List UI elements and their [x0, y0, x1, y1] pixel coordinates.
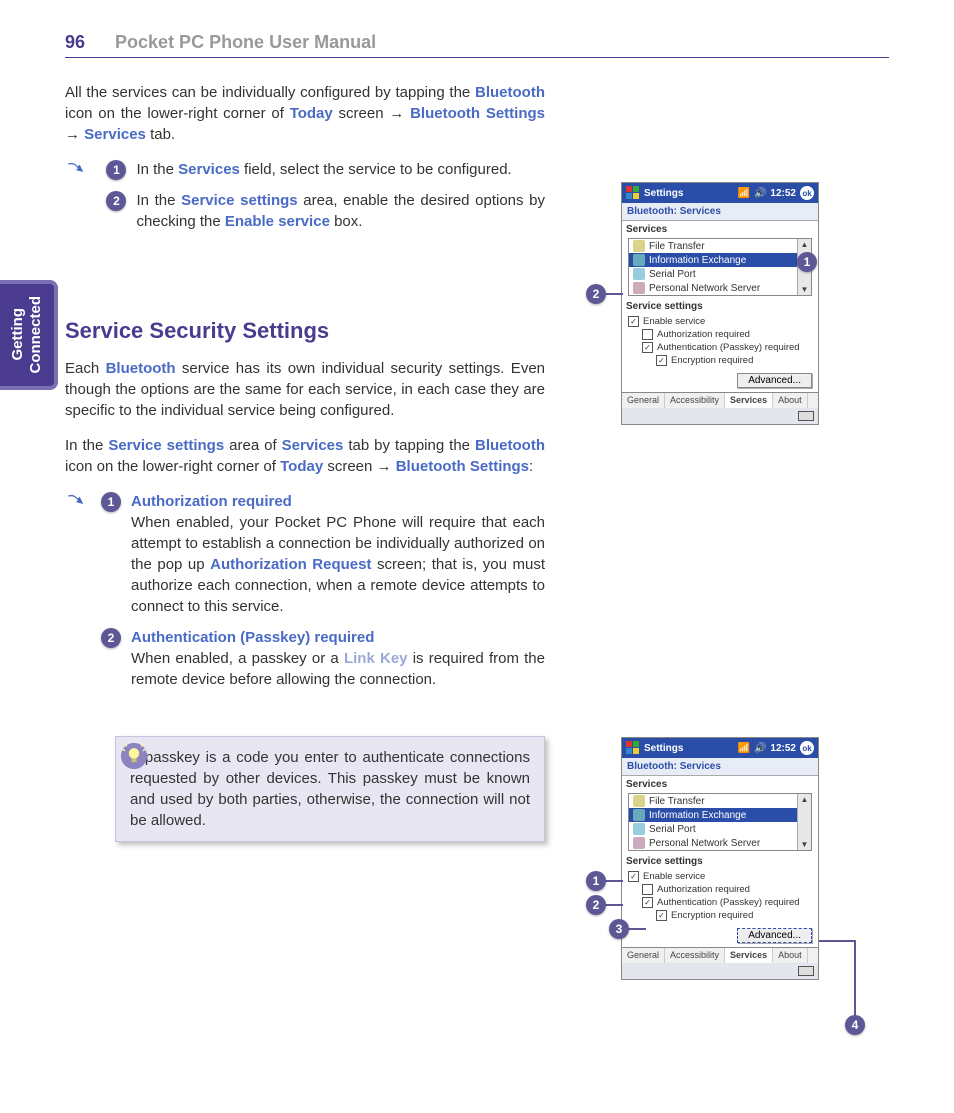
tab-about[interactable]: About	[773, 948, 808, 963]
list-item[interactable]: Information Exchange	[629, 253, 811, 267]
tab-services[interactable]: Services	[725, 948, 773, 963]
scrollbar[interactable]: ▲▼	[797, 794, 811, 850]
checkbox-passkey-required[interactable]: ✓Authentication (Passkey) required	[628, 341, 812, 354]
badge-1: 1	[101, 492, 121, 512]
services-listbox[interactable]: File Transfer Information Exchange Seria…	[628, 238, 812, 296]
list-item[interactable]: Serial Port	[629, 267, 811, 281]
tab-accessibility[interactable]: Accessibility	[665, 393, 725, 408]
shot-services-label: Services	[622, 221, 818, 236]
shot-tabs: General Accessibility Services About	[622, 392, 818, 408]
shot-titlebar: Settings 📶 🔊 12:52 ok	[622, 738, 818, 758]
screenshot-2: Settings 📶 🔊 12:52 ok Bluetooth: Service…	[621, 737, 819, 980]
shot-settings-label: Service settings	[622, 298, 818, 313]
badge-1: 1	[106, 160, 126, 180]
signal-icon: 📶	[738, 743, 750, 754]
tab-general[interactable]: General	[622, 393, 665, 408]
sec2-p1: Each Bluetooth service has its own indiv…	[65, 358, 545, 421]
running-header: 96 Pocket PC Phone User Manual	[65, 32, 889, 58]
page: GettingConnected 96 Pocket PC Phone User…	[0, 0, 954, 882]
list-item[interactable]: Serial Port	[629, 822, 811, 836]
callout-badge: 1	[586, 871, 606, 891]
signal-icon: 📶	[738, 188, 750, 199]
shot-clock: 12:52	[770, 743, 796, 754]
shot-footer	[622, 408, 818, 424]
checkbox-passkey-required[interactable]: ✓Authentication (Passkey) required	[628, 896, 812, 909]
checkbox-enable-service[interactable]: ✓Enable service	[628, 315, 812, 328]
section-heading: Service Security Settings	[65, 318, 545, 344]
arrow-icon	[65, 161, 87, 183]
windows-icon	[626, 186, 640, 200]
checkbox-enable-service[interactable]: ✓Enable service	[628, 870, 812, 883]
shot-footer	[622, 963, 818, 979]
checkbox-encryption-required[interactable]: ✓Encryption required	[628, 909, 812, 922]
advanced-button[interactable]: Advanced...	[737, 373, 812, 388]
shot-settings-label: Service settings	[622, 853, 818, 868]
shot-title: Settings	[644, 188, 683, 199]
side-tab-line2: Connected	[27, 296, 44, 374]
checkbox-encryption-required[interactable]: ✓Encryption required	[628, 354, 812, 367]
sec2-p2: In the Service settings area of Services…	[65, 435, 545, 477]
keyboard-icon[interactable]	[798, 966, 814, 976]
arrow-icon	[65, 493, 87, 515]
tab-general[interactable]: General	[622, 948, 665, 963]
shot-services-label: Services	[622, 776, 818, 791]
side-tab: GettingConnected	[0, 280, 58, 390]
checkbox-auth-required[interactable]: Authorization required	[628, 328, 812, 341]
shot-titlebar: Settings 📶 🔊 12:52 ok	[622, 183, 818, 203]
step2-2-head: Authentication (Passkey) required	[131, 627, 545, 648]
callout-badge: 2	[586, 895, 606, 915]
badge-2: 2	[106, 191, 126, 211]
shot-title: Settings	[644, 743, 683, 754]
tab-about[interactable]: About	[773, 393, 808, 408]
page-number: 96	[65, 32, 85, 53]
keyboard-icon[interactable]	[798, 411, 814, 421]
shot-clock: 12:52	[770, 188, 796, 199]
list-item[interactable]: File Transfer	[629, 794, 811, 808]
advanced-button[interactable]: Advanced...	[737, 928, 812, 943]
callout-badge: 3	[609, 919, 629, 939]
list-item[interactable]: Personal Network Server	[629, 281, 811, 295]
shot-subtitle: Bluetooth: Services	[622, 758, 818, 776]
windows-icon	[626, 741, 640, 755]
services-listbox[interactable]: File Transfer Information Exchange Seria…	[628, 793, 812, 851]
lightbulb-icon	[120, 742, 148, 770]
step2-1-head: Authorization required	[131, 491, 545, 512]
list-item[interactable]: Information Exchange	[629, 808, 811, 822]
callout-badge: 1	[797, 252, 817, 272]
list-item[interactable]: Personal Network Server	[629, 836, 811, 850]
tip-box: A passkey is a code you enter to authent…	[115, 736, 545, 842]
tab-accessibility[interactable]: Accessibility	[665, 948, 725, 963]
tab-services[interactable]: Services	[725, 393, 773, 408]
steps-block-1: 1 In the Services field, select the serv…	[65, 159, 545, 258]
step1-1: 1 In the Services field, select the serv…	[106, 159, 545, 180]
shot-tabs: General Accessibility Services About	[622, 947, 818, 963]
callout-badge: 2	[586, 284, 606, 304]
speaker-icon: 🔊	[754, 188, 766, 199]
speaker-icon: 🔊	[754, 743, 766, 754]
ok-button[interactable]: ok	[800, 741, 814, 755]
intro-paragraph: All the services can be individually con…	[65, 82, 545, 145]
side-tab-line1: Getting	[9, 309, 26, 362]
shot-subtitle: Bluetooth: Services	[622, 203, 818, 221]
steps-block-2: 1 Authorization required When enabled, y…	[65, 491, 545, 716]
ok-button[interactable]: ok	[800, 186, 814, 200]
list-item[interactable]: File Transfer	[629, 239, 811, 253]
checkbox-auth-required[interactable]: Authorization required	[628, 883, 812, 896]
running-title: Pocket PC Phone User Manual	[115, 32, 376, 53]
screenshot-1: Settings 📶 🔊 12:52 ok Bluetooth: Service…	[621, 182, 819, 425]
callout-badge: 4	[845, 1015, 865, 1035]
step1-2: 2 In the Service settings area, enable t…	[106, 190, 545, 232]
step2-1: 1 Authorization required When enabled, y…	[101, 491, 545, 617]
step2-2: 2 Authentication (Passkey) required When…	[101, 627, 545, 690]
tip-text: A passkey is a code you enter to authent…	[130, 747, 530, 831]
badge-2: 2	[101, 628, 121, 648]
